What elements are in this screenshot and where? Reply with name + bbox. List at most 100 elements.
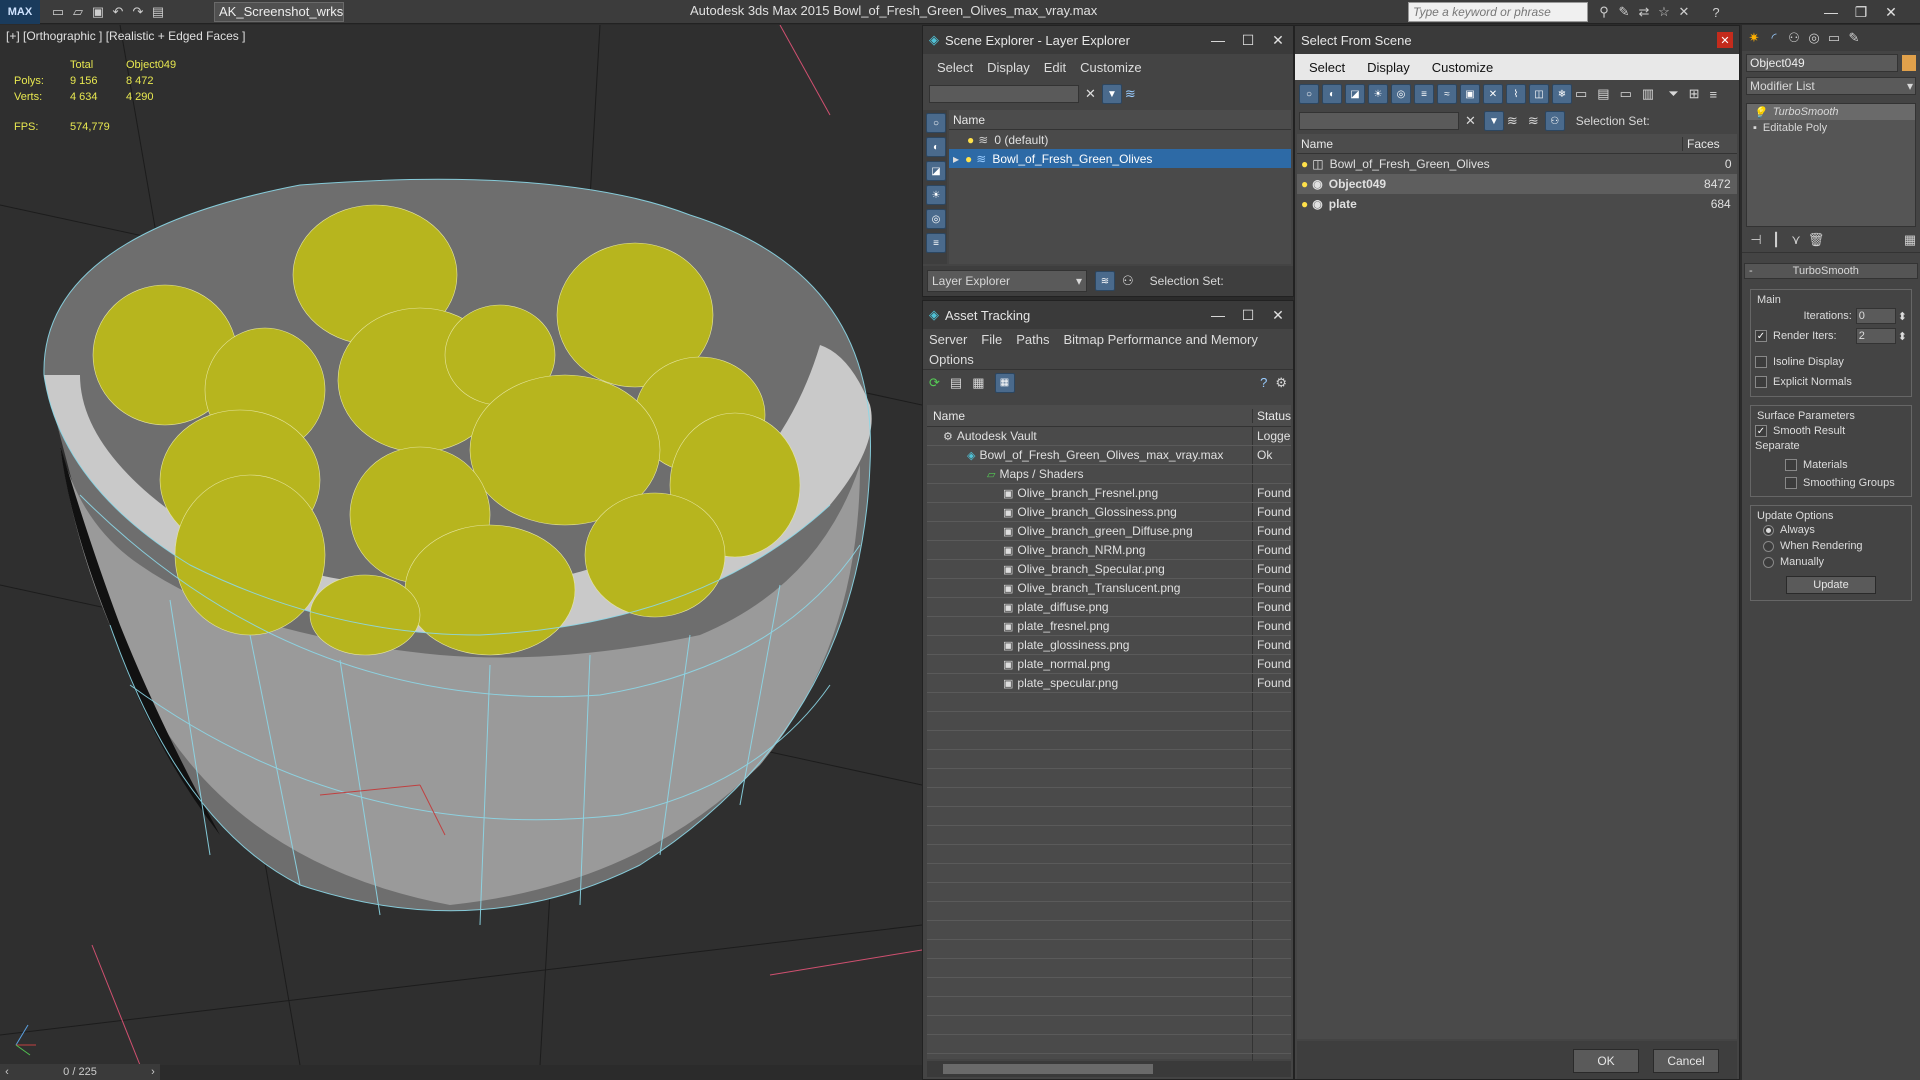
lightbulb-icon[interactable]: ● <box>967 133 974 147</box>
minimize-icon[interactable]: — <box>1203 303 1233 327</box>
asset-row[interactable]: ▣ plate_fresnel.png Found <box>927 617 1291 636</box>
object-row-plate[interactable]: ● ◉ plate 684 <box>1297 194 1737 214</box>
scene-search-input[interactable] <box>929 85 1079 103</box>
display-tab-icon[interactable]: ▭ <box>1824 28 1844 48</box>
display-all-icon[interactable]: ○ <box>926 113 946 133</box>
layer-row-default[interactable]: ● ≋ 0 (default) <box>949 130 1291 149</box>
scrollbar-thumb[interactable] <box>943 1064 1153 1074</box>
explicit-normals-checkbox[interactable] <box>1755 376 1767 388</box>
close-icon[interactable]: ✕ <box>1263 28 1293 52</box>
filter-all-icon[interactable]: ○ <box>1299 84 1319 104</box>
filter-groups-icon[interactable]: ▣ <box>1460 84 1480 104</box>
lightbulb-icon[interactable]: ● <box>965 152 972 166</box>
redo-icon[interactable]: ↷ <box>128 2 148 22</box>
maximize-icon[interactable]: ☐ <box>1233 28 1263 52</box>
stack-item-turbosmooth[interactable]: 💡 TurboSmooth <box>1747 104 1915 120</box>
create-tab-icon[interactable]: ✷ <box>1744 28 1764 48</box>
utilities-tab-icon[interactable]: ✎ <box>1844 28 1864 48</box>
object-name-input[interactable]: Object049 <box>1746 54 1898 72</box>
ok-button[interactable]: OK <box>1573 1049 1639 1073</box>
next-frame-icon[interactable]: › <box>146 1066 160 1078</box>
restore-icon[interactable]: ❐ <box>1846 0 1876 24</box>
funnel-icon[interactable]: ▼ <box>1483 111 1504 131</box>
filter-icon[interactable]: ▼ <box>1101 84 1122 104</box>
display-lights-icon[interactable]: ☀ <box>926 185 946 205</box>
tools-icon[interactable]: ✎ <box>1614 2 1634 22</box>
pin-stack-icon[interactable]: ⊣ <box>1746 230 1766 250</box>
display-helpers-icon[interactable]: ≡ <box>926 233 946 253</box>
menu-select[interactable]: Select <box>937 60 973 75</box>
new-file-icon[interactable]: ▭ <box>48 2 68 22</box>
clear-search-icon[interactable]: ✕ <box>1465 113 1476 129</box>
explorer-mode-dropdown[interactable]: Layer Explorer ▾ <box>927 270 1087 292</box>
spinner-arrows-icon[interactable]: ⬍ <box>1898 330 1907 343</box>
asset-row[interactable]: ▣ Olive_branch_NRM.png Found <box>927 541 1291 560</box>
menu-customize[interactable]: Customize <box>1080 60 1141 75</box>
hierarchy-icon[interactable]: ⚇ <box>1544 111 1565 131</box>
smooth-result-checkbox[interactable]: ✓ <box>1755 425 1767 437</box>
open-folder-icon[interactable]: ▱ <box>68 2 88 22</box>
object-row-bowl[interactable]: ● ◫ Bowl_of_Fresh_Green_Olives 0 <box>1297 154 1737 174</box>
binoculars-icon[interactable]: ⚲ <box>1594 2 1614 22</box>
options-icon[interactable]: ≡ <box>1710 87 1718 102</box>
layer-column-header[interactable]: Name <box>949 110 1291 130</box>
filter-spacewarps-icon[interactable]: ≈ <box>1437 84 1457 104</box>
star-icon[interactable]: ☆ <box>1654 2 1674 22</box>
refresh-icon[interactable]: ⟳ <box>929 375 940 391</box>
help-icon[interactable]: ? <box>1706 2 1726 22</box>
filter-frozen-icon[interactable]: ❄ <box>1552 84 1572 104</box>
remove-modifier-icon[interactable]: 🗑 <box>1806 230 1826 250</box>
asset-row[interactable]: ▣ Olive_branch_green_Diffuse.png Found <box>927 522 1291 541</box>
asset-row[interactable]: ▣ plate_normal.png Found <box>927 655 1291 674</box>
manually-radio[interactable] <box>1763 556 1774 568</box>
asset-tracking-titlebar[interactable]: ◈ Asset Tracking — ☐ ✕ <box>923 301 1293 329</box>
layer-row-bowl[interactable]: ▸ ● ≋ Bowl_of_Fresh_Green_Olives <box>949 149 1291 168</box>
list-view-icon[interactable]: ▤ <box>950 375 962 391</box>
hierarchy-icon[interactable]: ⚇ <box>1122 273 1134 289</box>
prev-frame-icon[interactable]: ‹ <box>0 1066 14 1078</box>
asset-row[interactable]: ▣ Olive_branch_Fresnel.png Found <box>927 484 1291 503</box>
object-row-object049[interactable]: ● ◉ Object049 8472 <box>1297 174 1737 194</box>
expand-arrow-icon[interactable]: ▸ <box>953 152 959 166</box>
hierarchy-filter-icon[interactable]: ⊞ <box>1689 86 1700 102</box>
lightbulb-icon[interactable]: ● <box>1301 177 1308 191</box>
asset-horizontal-scrollbar[interactable] <box>927 1061 1291 1077</box>
asset-row[interactable]: ▣ plate_diffuse.png Found <box>927 598 1291 617</box>
hierarchy-tab-icon[interactable]: ⚇ <box>1784 28 1804 48</box>
undo-icon[interactable]: ↶ <box>108 2 128 22</box>
filter-shapes-icon[interactable]: ◪ <box>1345 84 1365 104</box>
modifier-list-dropdown[interactable]: Modifier List ▾ <box>1746 77 1916 95</box>
viewport-label[interactable]: [+] [Orthographic ] [Realistic + Edged F… <box>6 29 245 43</box>
menu-edit[interactable]: Edit <box>1044 60 1066 75</box>
lightbulb-icon[interactable]: ● <box>1301 197 1308 211</box>
table-view-icon[interactable]: ▦ <box>994 372 1015 393</box>
col-faces[interactable]: Faces <box>1683 137 1720 151</box>
maximize-icon[interactable]: ☐ <box>1233 303 1263 327</box>
update-button[interactable]: Update <box>1786 576 1876 594</box>
close-icon[interactable]: ✕ <box>1876 0 1906 24</box>
expand-box-icon[interactable]: ▪ <box>1753 122 1757 134</box>
close-icon[interactable]: ✕ <box>1263 303 1293 327</box>
close-icon[interactable]: ✕ <box>1717 32 1733 48</box>
modify-tab-icon[interactable]: ◜ <box>1764 28 1784 48</box>
project-folder-icon[interactable]: ▤ <box>148 2 168 22</box>
scene-explorer-titlebar[interactable]: ◈ Scene Explorer - Layer Explorer — ☐ ✕ <box>923 26 1293 54</box>
menu-customize[interactable]: Customize <box>1432 60 1493 75</box>
asset-row[interactable]: ◈ Bowl_of_Fresh_Green_Olives_max_vray.max… <box>927 446 1291 465</box>
close-x-icon[interactable]: ✕ <box>1674 2 1694 22</box>
save-icon[interactable]: ▣ <box>88 2 108 22</box>
filter-bones-icon[interactable]: ⌇ <box>1506 84 1526 104</box>
menu-paths[interactable]: Paths <box>1016 332 1049 347</box>
clear-search-icon[interactable]: ✕ <box>1085 86 1096 102</box>
filter-helpers-icon[interactable]: ≡ <box>1414 84 1434 104</box>
workspace-dropdown[interactable]: AK_Screenshot_wrksp <box>214 2 344 22</box>
menu-bitmap-performance[interactable]: Bitmap Performance and Memory <box>1064 332 1258 347</box>
app-logo[interactable]: MAX <box>0 0 40 24</box>
bulb-icon[interactable]: 💡 <box>1753 106 1767 119</box>
smoothing-groups-checkbox[interactable] <box>1785 477 1797 489</box>
select-all-icon[interactable]: ▤ <box>1597 86 1609 102</box>
asset-row[interactable]: ▣ Olive_branch_Glossiness.png Found <box>927 503 1291 522</box>
layer-icon[interactable]: ≋ <box>1528 113 1539 129</box>
layer-settings-icon[interactable]: ≋ <box>1125 86 1136 102</box>
make-unique-icon[interactable]: ⋎ <box>1786 230 1806 250</box>
